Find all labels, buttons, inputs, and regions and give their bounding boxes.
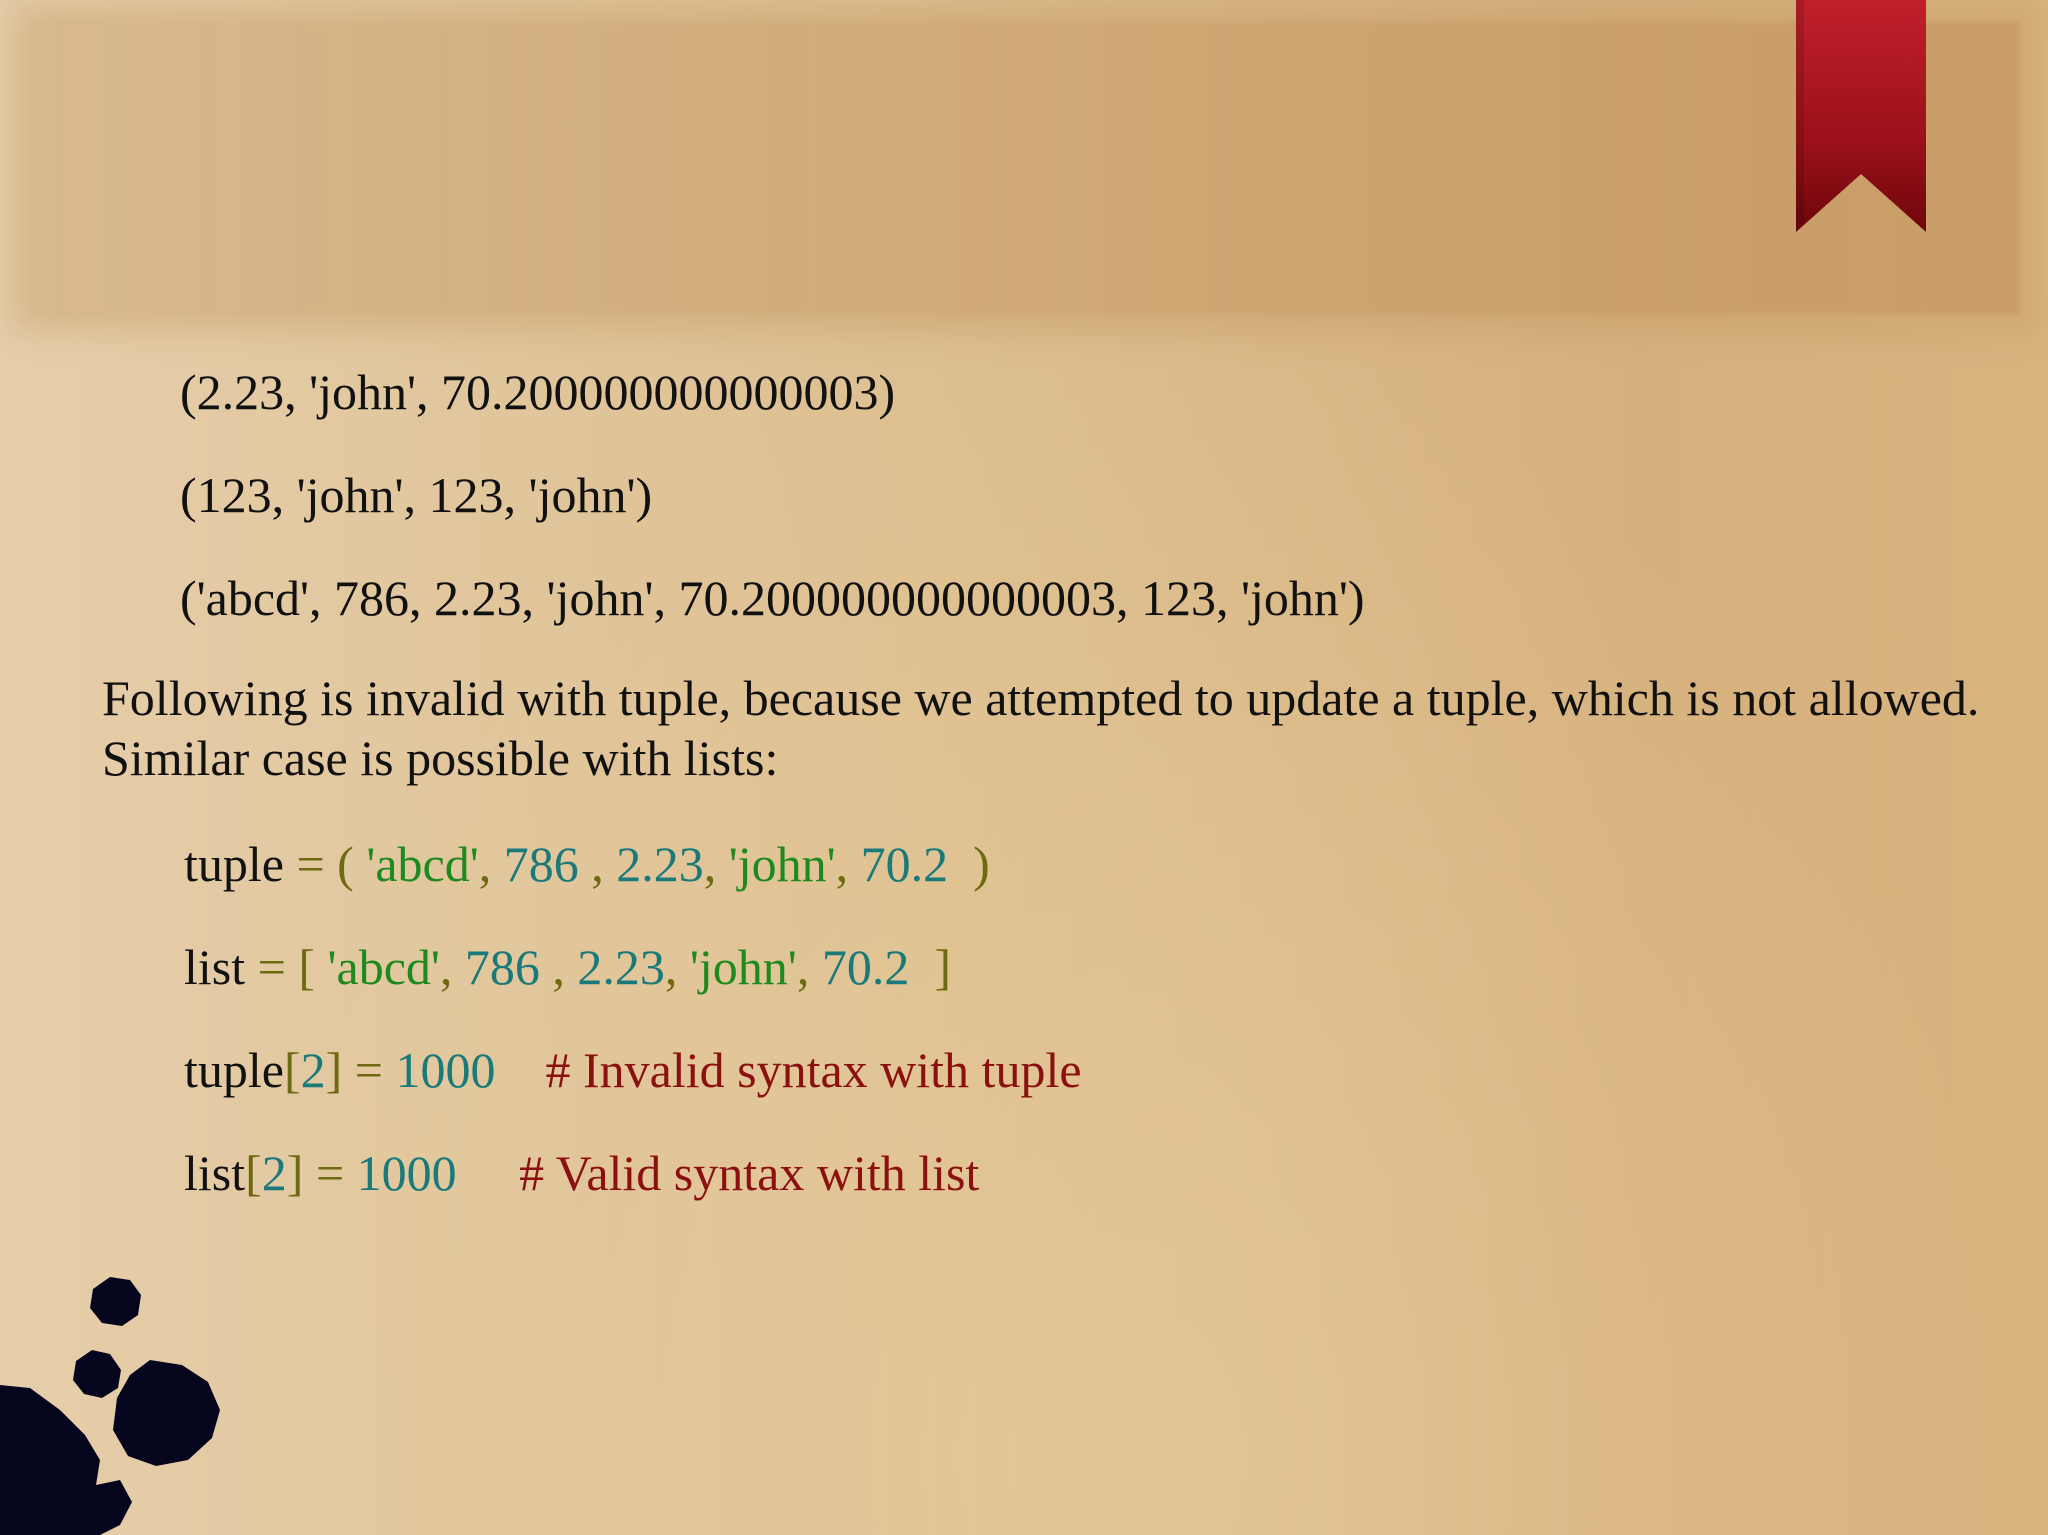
- code-number: 2.23: [616, 836, 704, 892]
- code-index: 2: [300, 1042, 326, 1098]
- code-separator: ,: [478, 836, 504, 892]
- tuple-output-line-1: (2.23, 'john', 70.200000000000003): [180, 364, 896, 420]
- code-number: 1000: [395, 1042, 496, 1098]
- code-bracket: [: [283, 1042, 301, 1098]
- code-identifier: tuple: [184, 1042, 284, 1098]
- code-number: 1000: [356, 1145, 457, 1201]
- code-number: 786: [464, 939, 540, 995]
- code-bracket: [: [245, 1145, 262, 1201]
- code-index: 2: [261, 1145, 287, 1201]
- code-number: 70.2: [821, 939, 910, 995]
- code-bracket: ]: [286, 1145, 304, 1201]
- code-line-list: list = [ 'abcd', 786 , 2.23, 'john', 70.…: [184, 937, 951, 997]
- code-comment: # Valid syntax with list: [456, 1145, 980, 1201]
- code-operator: =: [342, 1042, 396, 1098]
- code-string: 'abcd': [327, 939, 440, 995]
- title-band: [30, 22, 2020, 314]
- tuple-output-line-2: (123, 'john', 123, 'john'): [180, 467, 653, 523]
- code-identifier: list: [184, 1145, 246, 1201]
- code-separator: ,: [835, 836, 861, 892]
- slide: (2.23, 'john', 70.200000000000003) (123,…: [0, 0, 2048, 1535]
- code-identifier: list: [184, 939, 246, 995]
- code-string: 'john': [728, 836, 836, 892]
- bookmark-ribbon-icon: [1796, 0, 1926, 232]
- code-identifier: tuple: [184, 836, 284, 892]
- code-operator: = [: [245, 939, 328, 995]
- code-string: 'abcd': [366, 836, 479, 892]
- code-operator: =: [303, 1145, 357, 1201]
- code-number: 2.23: [577, 939, 665, 995]
- code-separator: ,: [796, 939, 822, 995]
- code-comment: # Invalid syntax with tuple: [495, 1042, 1082, 1098]
- code-bracket: ): [948, 836, 990, 892]
- ink-splatter-icon: [0, 1277, 220, 1535]
- code-separator: ,: [439, 939, 465, 995]
- code-operator: = (: [283, 836, 367, 892]
- code-string: 'john': [689, 939, 797, 995]
- explanation-paragraph: Following is invalid with tuple, because…: [102, 670, 1980, 786]
- code-separator: ,: [703, 836, 729, 892]
- code-bracket: ]: [909, 939, 951, 995]
- code-bracket: ]: [325, 1042, 343, 1098]
- tuple-output-line-3: ('abcd', 786, 2.23, 'john', 70.200000000…: [180, 570, 1365, 626]
- code-number: 786: [503, 836, 579, 892]
- code-line-list-assign: list[2] = 1000 # Valid syntax with list: [184, 1143, 979, 1203]
- code-separator: ,: [539, 939, 578, 995]
- code-separator: ,: [578, 836, 617, 892]
- code-line-tuple-assign: tuple[2] = 1000 # Invalid syntax with tu…: [184, 1040, 1082, 1100]
- code-line-tuple: tuple = ( 'abcd', 786 , 2.23, 'john', 70…: [184, 834, 990, 894]
- code-number: 70.2: [860, 836, 949, 892]
- code-separator: ,: [664, 939, 690, 995]
